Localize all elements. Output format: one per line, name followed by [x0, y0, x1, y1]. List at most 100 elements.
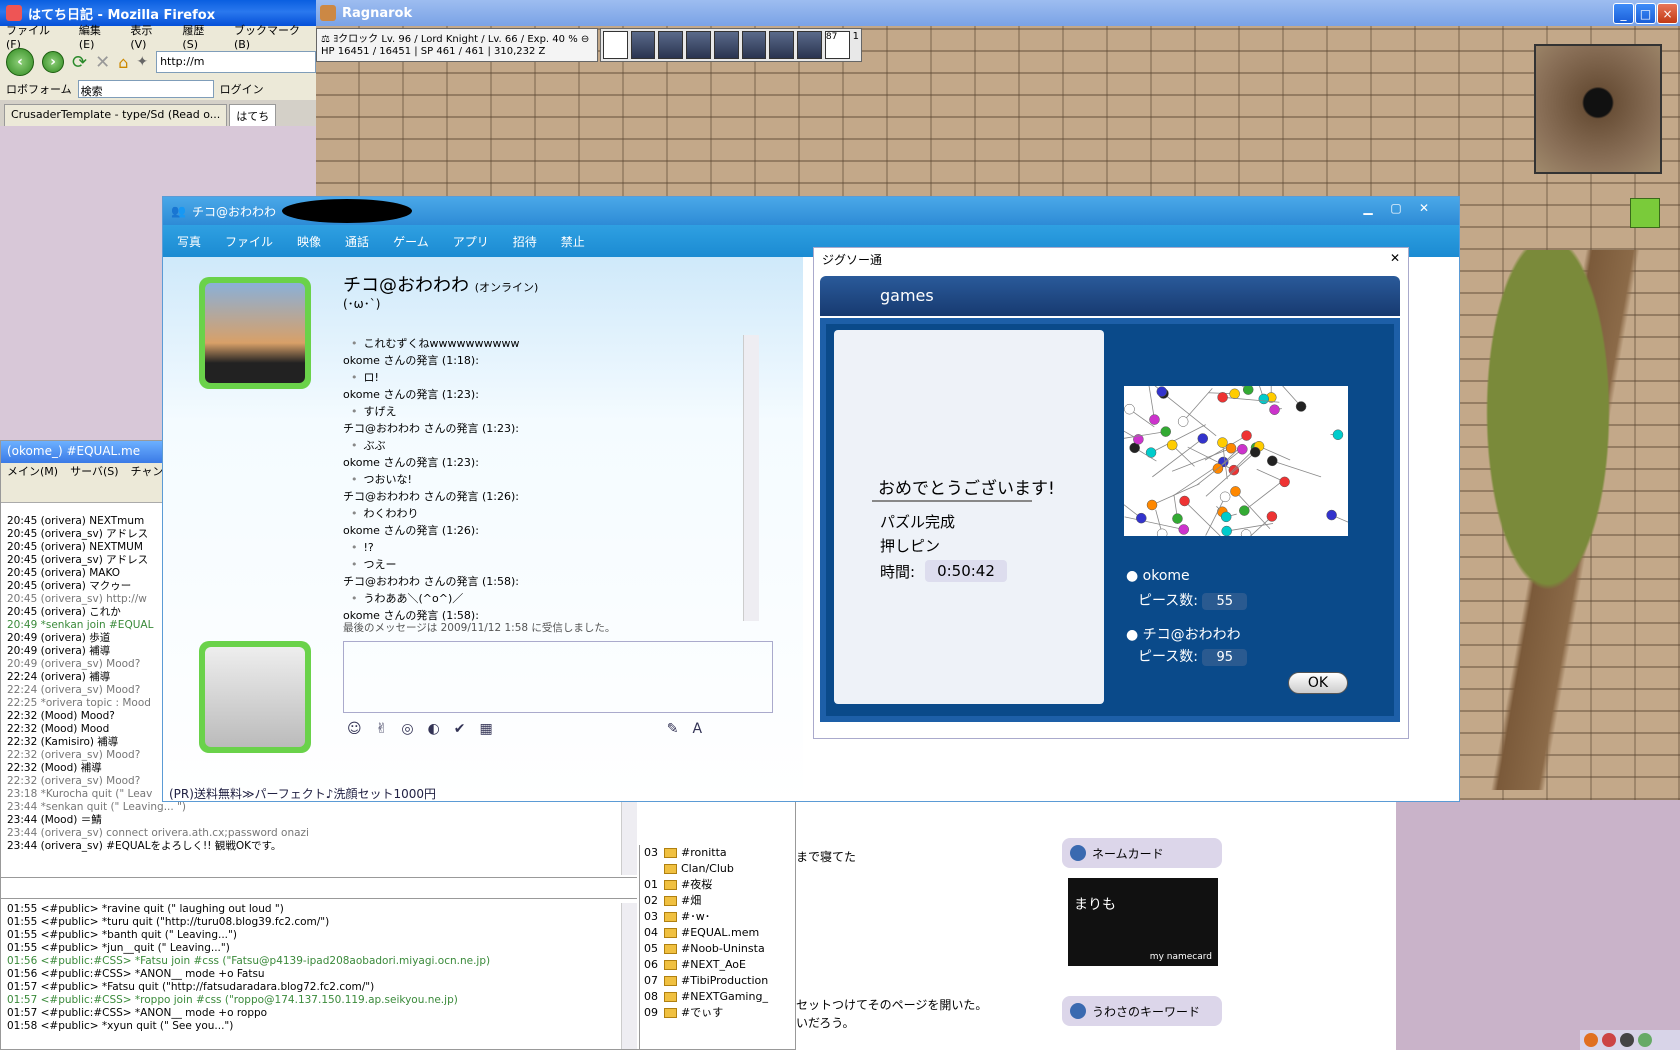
skill-icon[interactable] [797, 31, 822, 59]
namecard[interactable]: まりも my namecard [1068, 878, 1218, 966]
back-button[interactable]: ‹ [6, 48, 34, 76]
skill-icon[interactable] [741, 31, 767, 59]
my-avatar[interactable] [199, 641, 311, 753]
tray-icon[interactable] [1620, 1033, 1634, 1047]
font-icon[interactable]: A [692, 721, 702, 737]
time-label: 時間: [880, 562, 916, 581]
minimize-button[interactable]: ▁ [1357, 201, 1379, 219]
skill-icon[interactable] [630, 31, 656, 59]
message-sender: チコ@おわわわ さんの発言 (1:26): [343, 490, 519, 503]
skill-hotbar[interactable]: 87 1 [600, 28, 862, 62]
channel-item[interactable]: 03 #ronitta [640, 845, 795, 861]
menu-block[interactable]: 禁止 [561, 233, 585, 250]
nudge-icon[interactable]: ◎ [401, 721, 413, 737]
skill-icon[interactable] [713, 31, 739, 59]
menu-file[interactable]: ファイル(F) [6, 22, 65, 51]
message-text: わくわわり [343, 505, 771, 522]
channel-item[interactable]: 07 #TibiProduction [640, 973, 795, 989]
close-button[interactable]: × [1657, 3, 1678, 24]
menu-apps[interactable]: アプリ [453, 233, 489, 250]
channel-item[interactable]: 05 #Noob-Uninsta [640, 941, 795, 957]
messenger-window[interactable]: 👥 チコ@おわわわ ▁ ▢ ✕ 写真 ファイル 映像 通話 ゲーム アプリ 招待 … [162, 196, 1460, 802]
channel-item[interactable]: 03 #･w･ [640, 909, 795, 925]
channel-item[interactable]: 02 #畑 [640, 893, 795, 909]
stop-icon[interactable]: ✕ [95, 52, 110, 73]
keyword-header-label: うわさのキーワード [1092, 1005, 1201, 1019]
ok-button[interactable]: OK [1288, 672, 1348, 694]
skill-icon[interactable] [658, 31, 684, 59]
conversation-scrollbar[interactable] [743, 335, 759, 621]
tab-hatechi[interactable]: はてち [229, 104, 277, 126]
minimize-button[interactable]: _ [1613, 3, 1634, 24]
log-line: 01:57 <#public:#CSS> *ANON__ mode +o rop… [7, 1007, 268, 1019]
guild-icon[interactable] [1630, 198, 1660, 228]
menu-call[interactable]: 通話 [345, 233, 369, 250]
menu-bookmarks[interactable]: ブックマーク(B) [234, 22, 316, 51]
voice-icon[interactable]: ◐ [428, 721, 440, 737]
contact-avatar[interactable] [199, 277, 311, 389]
menu-games[interactable]: ゲーム [393, 233, 429, 250]
channel-item[interactable]: 08 #NEXTGaming_ [640, 989, 795, 1005]
menu-video[interactable]: 映像 [297, 233, 321, 250]
menu-history[interactable]: 履歴(S) [182, 22, 220, 51]
messenger-titlebar[interactable]: 👥 チコ@おわわわ [163, 197, 1459, 225]
forward-button[interactable]: › [42, 51, 64, 73]
skill-icon[interactable] [769, 31, 795, 59]
channel-item[interactable]: 09 #でぃす [640, 1005, 795, 1021]
menu-photos[interactable]: 写真 [177, 233, 201, 250]
emoticon-icon[interactable]: ☺ [347, 721, 362, 737]
irc-input[interactable] [1, 877, 637, 899]
maximize-button[interactable]: ▢ [1385, 201, 1407, 219]
extension-icon[interactable]: ✦ [136, 54, 148, 70]
channel-tree[interactable]: 03 #ronitta Clan/Club 01 #夜桜 02 #畑 03 #･w･ 04 #EQU… [639, 845, 795, 1049]
channel-item[interactable]: 01 #夜桜 [640, 877, 795, 893]
reload-icon[interactable]: ⟳ [72, 52, 87, 73]
home-icon[interactable]: ⌂ [118, 53, 128, 72]
channel-item[interactable]: Clan/Club [640, 861, 795, 877]
jigsaw-close-icon[interactable]: ✕ [1390, 251, 1400, 267]
tray-icon[interactable] [1638, 1033, 1652, 1047]
spellcheck-icon[interactable]: ✔ [454, 721, 466, 737]
search-select[interactable]: 検索 [77, 80, 214, 98]
character-status: ⚖ ﾖクロック Lv. 96 / Lord Knight / Lv. 66 / … [316, 28, 598, 62]
menu-invite[interactable]: 招待 [513, 233, 537, 250]
format-toolbar: ☺ ✌ ◎ ◐ ✔ ▦ ✎ A [343, 717, 773, 741]
url-bar[interactable]: http://m [156, 51, 316, 73]
menu-files[interactable]: ファイル [225, 233, 273, 250]
skill-icon[interactable] [686, 31, 711, 59]
system-tray [1580, 1030, 1680, 1050]
channel-item[interactable]: 06 #NEXT_AoE [640, 957, 795, 973]
wink-icon[interactable]: ✌ [376, 721, 388, 737]
server-log[interactable]: 01:55 <#public> *ravine quit (" laughing… [1, 903, 637, 1049]
maximize-button[interactable]: □ [1635, 3, 1656, 24]
player1-name: ● okome [1126, 568, 1190, 584]
close-button[interactable]: ✕ [1413, 201, 1435, 219]
login-button[interactable]: ログイン [220, 81, 264, 97]
firefox-tray-icon[interactable] [1584, 1033, 1598, 1047]
ragnarok-titlebar[interactable]: Ragnarok [314, 0, 1680, 26]
hotbar-slot[interactable] [603, 31, 628, 59]
irc-menu-server[interactable]: サーバ(S) [70, 463, 118, 481]
irc-menu-main[interactable]: メイン(M) [7, 463, 58, 481]
handwriting-icon[interactable]: ✎ [667, 721, 679, 737]
conversation-history[interactable]: これむずくねwwwwwwwwww okome さんの発言 (1:18): ロ! oko… [343, 335, 771, 621]
channel-name: #EQUAL.mem [681, 926, 760, 939]
roboform-button[interactable]: ロボフォーム [6, 81, 72, 97]
message-sender: okome さんの発言 (1:23): [343, 456, 479, 469]
tray-icon[interactable] [1602, 1033, 1616, 1047]
server-log-scrollbar[interactable] [621, 903, 637, 1049]
tab-crusader-template[interactable]: CrusaderTemplate - type/Sd (Read o... [4, 104, 228, 126]
folder-icon [664, 928, 677, 938]
background-icon[interactable]: ▦ [480, 721, 493, 737]
ad-banner[interactable]: (PR)送料無料≫パーフェクト♪洗顔セット1000円 [169, 785, 436, 801]
channel-item[interactable]: 04 #EQUAL.mem [640, 925, 795, 941]
jigsaw-game-window[interactable]: ジグソー通 ✕ games おめでとうございます! パズル完成 押しピン 時間: 0:… [813, 247, 1409, 739]
menu-view[interactable]: 表示(V) [130, 22, 168, 51]
item-slot[interactable]: 87 [824, 31, 850, 59]
namecard-header[interactable]: ネームカード [1062, 838, 1222, 868]
keyword-header[interactable]: うわさのキーワード [1062, 996, 1222, 1026]
minimap[interactable] [1534, 44, 1662, 174]
message-input[interactable] [343, 641, 773, 713]
channel-name: #ronitta [681, 846, 727, 859]
menu-edit[interactable]: 編集(E) [79, 22, 117, 51]
